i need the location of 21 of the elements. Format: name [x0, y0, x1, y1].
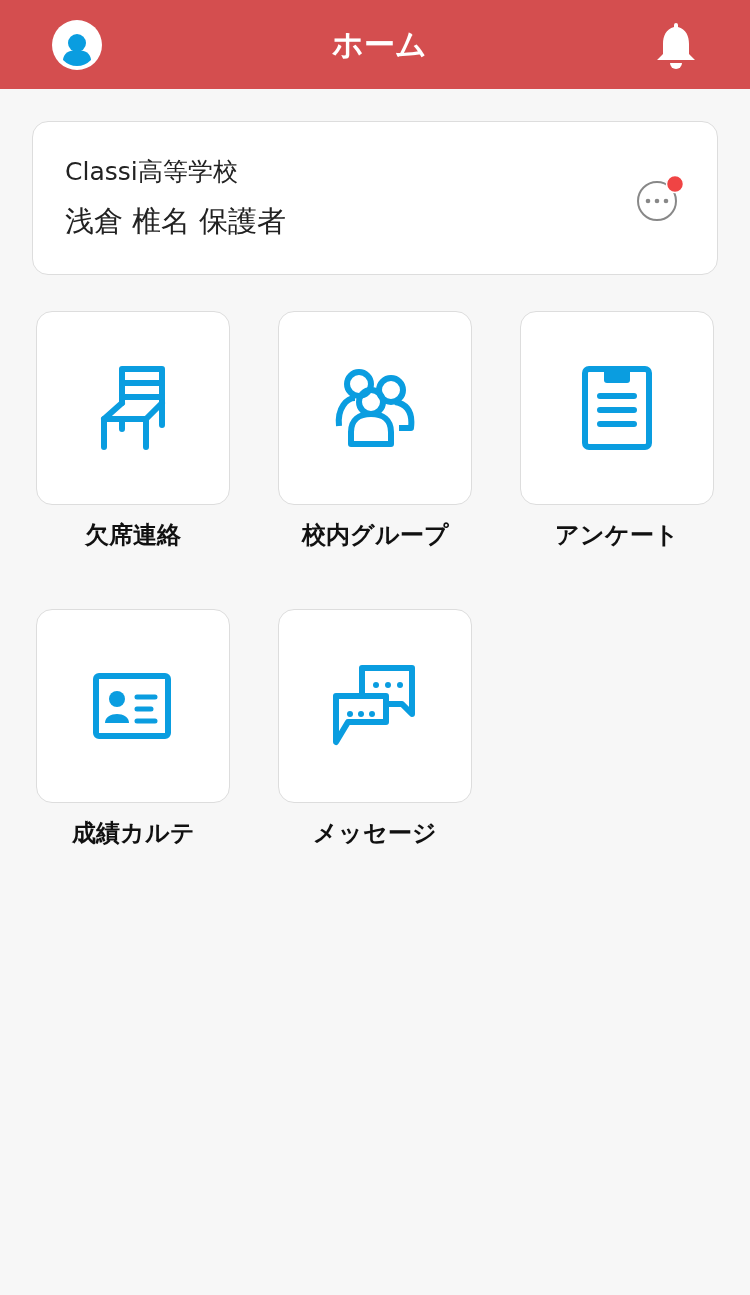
clipboard-icon [582, 366, 652, 450]
chat-bubbles-icon [332, 664, 418, 748]
menu-tile[interactable] [278, 609, 472, 803]
menu-label: 欠席連絡 [85, 520, 181, 551]
user-name: 浅倉 椎名 保護者 [65, 203, 287, 240]
page-title: ホーム [331, 25, 427, 65]
id-card-icon [93, 673, 173, 739]
menu-label: 成績カルテ [71, 818, 195, 849]
menu-tile[interactable] [36, 609, 230, 803]
avatar-icon[interactable] [52, 19, 102, 70]
chair-icon [98, 363, 168, 453]
school-name: Classi高等学校 [65, 155, 239, 188]
menu-label: メッセージ [313, 818, 437, 849]
people-icon [333, 368, 417, 448]
menu-label: 校内グループ [301, 520, 449, 551]
menu-tile[interactable] [520, 311, 714, 505]
menu-tile[interactable] [278, 311, 472, 505]
menu-tile[interactable] [36, 311, 230, 505]
menu-label: アンケート [555, 520, 679, 551]
bell-icon[interactable] [656, 20, 696, 69]
more-icon[interactable] [637, 175, 687, 221]
